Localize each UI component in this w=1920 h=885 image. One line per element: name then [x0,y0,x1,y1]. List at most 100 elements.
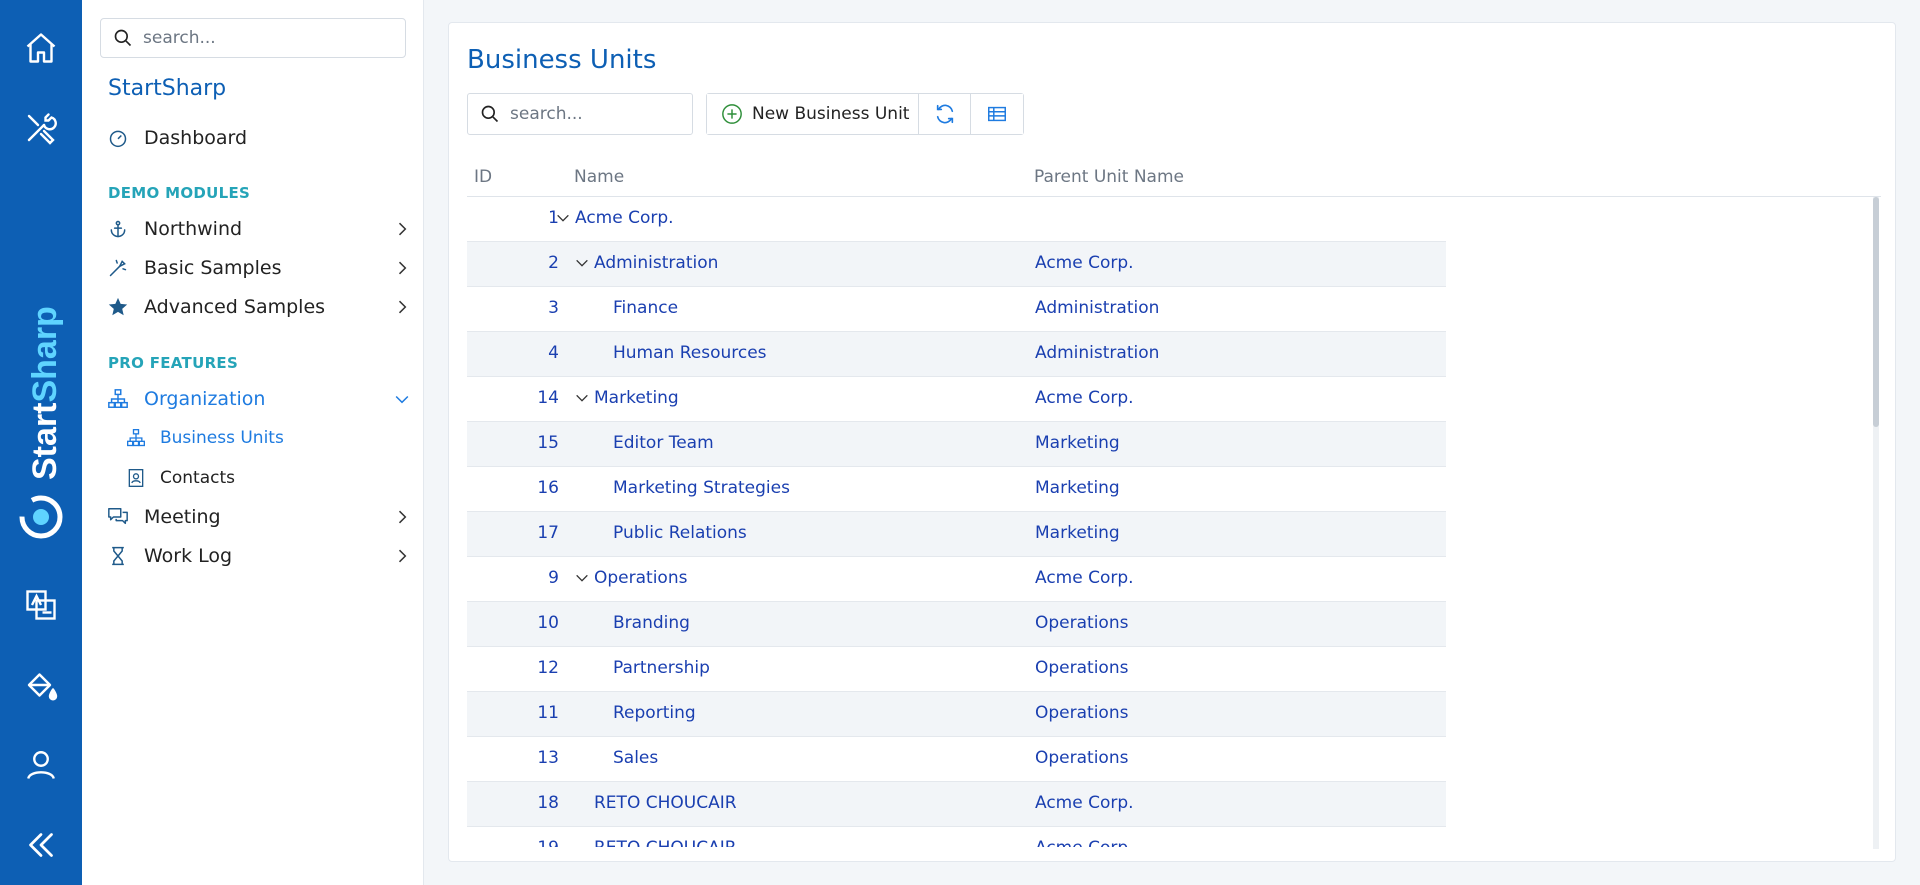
table-row[interactable]: 3 Finance Administration [467,287,1446,332]
sidebar-item-label: Advanced Samples [144,296,326,318]
cell-name[interactable]: Public Relations [613,523,747,543]
cell-parent[interactable]: Acme Corp. [1035,253,1134,273]
cell-name[interactable]: Operations [574,568,687,588]
cell-parent[interactable]: Acme Corp. [1035,838,1134,847]
user-icon[interactable] [0,735,82,795]
cell-name[interactable]: Sales [613,748,658,768]
section-pro-features: PRO FEATURES [108,354,239,372]
cell-parent[interactable]: Operations [1035,613,1128,633]
column-picker-button[interactable] [971,94,1023,134]
sidebar-item-organization[interactable]: Organization [106,381,412,417]
sidebar-item-business-units[interactable]: Business Units [124,420,412,456]
icon-rail: StartSharp [0,0,82,885]
cell-name[interactable]: Acme Corp. [555,208,674,228]
expand-toggle-icon[interactable] [574,255,590,271]
translate-icon[interactable] [0,575,82,635]
home-icon[interactable] [0,18,82,78]
anchor-icon [106,217,130,241]
side-menu: StartSharp Dashboard DEMO MODULES Northw… [82,0,424,885]
table-row[interactable]: 16 Marketing Strategies Marketing [467,467,1446,512]
cell-name[interactable]: Branding [613,613,690,633]
table-row[interactable]: 2 Administration Acme Corp. [467,242,1446,287]
cell-parent[interactable]: Acme Corp. [1035,568,1134,588]
sidebar-item-label: Basic Samples [144,257,282,279]
grid-search-input[interactable] [510,104,680,124]
column-header-parent[interactable]: Parent Unit Name [1034,167,1184,187]
cell-name-label: Editor Team [613,433,714,453]
column-header-id[interactable]: ID [474,167,492,187]
sidebar-item-contacts[interactable]: Contacts [124,460,412,496]
cell-id: 18 [537,793,559,813]
sidebar-item-label: Meeting [144,506,221,528]
cell-name[interactable]: Human Resources [613,343,767,363]
sidebar-item-label: Dashboard [144,127,248,149]
table-row[interactable]: 12 Partnership Operations [467,647,1446,692]
app-title[interactable]: StartSharp [108,76,226,101]
cell-parent[interactable]: Marketing [1035,523,1120,543]
cell-name[interactable]: Editor Team [613,433,714,453]
cell-name-label: Partnership [613,658,710,678]
paint-bucket-icon[interactable] [0,655,82,715]
expand-toggle-icon[interactable] [574,390,590,406]
table-row[interactable]: 15 Editor Team Marketing [467,422,1446,467]
cell-name[interactable]: Marketing Strategies [613,478,790,498]
cell-parent[interactable]: Acme Corp. [1035,793,1134,813]
cell-parent[interactable]: Operations [1035,748,1128,768]
sidebar-item-work-log[interactable]: Work Log [106,538,412,574]
cell-name[interactable]: RETO CHOUCAIR [594,838,737,847]
cell-parent[interactable]: Operations [1035,658,1128,678]
refresh-button[interactable] [919,94,971,134]
sidebar-item-basic-samples[interactable]: Basic Samples [106,250,412,286]
column-header-name[interactable]: Name [574,167,624,187]
cell-parent[interactable]: Marketing [1035,478,1120,498]
cell-id: 14 [537,388,559,408]
cell-parent[interactable]: Operations [1035,703,1128,723]
sidebar-item-advanced-samples[interactable]: Advanced Samples [106,289,412,325]
cell-name[interactable]: Reporting [613,703,696,723]
table-row[interactable]: 13 Sales Operations [467,737,1446,782]
chevron-right-icon [398,261,407,275]
table-row[interactable]: 9 Operations Acme Corp. [467,557,1446,602]
cell-name[interactable]: Finance [613,298,678,318]
table-row[interactable]: 1 Acme Corp. [467,197,1446,242]
cell-name[interactable]: Marketing [574,388,679,408]
sidebar-item-label: Northwind [144,218,243,240]
table-body: 1 Acme Corp. 2 Administration Acme Corp. 3 Fin… [467,197,1847,847]
table-row[interactable]: 4 Human Resources Administration [467,332,1446,377]
cell-id: 15 [537,433,559,453]
sidebar-item-label: Contacts [160,468,235,488]
table-row[interactable]: 11 Reporting Operations [467,692,1446,737]
cell-parent[interactable]: Marketing [1035,433,1120,453]
table-row[interactable]: 19 RETO CHOUCAIR Acme Corp. [467,827,1446,847]
table-row[interactable]: 14 Marketing Acme Corp. [467,377,1446,422]
table-row[interactable]: 17 Public Relations Marketing [467,512,1446,557]
new-business-unit-button[interactable]: New Business Unit [707,94,919,134]
sidebar-search-input[interactable] [143,28,383,48]
scrollbar-thumb[interactable] [1873,197,1879,427]
sidebar-item-dashboard[interactable]: Dashboard [106,120,412,156]
cell-name[interactable]: Partnership [613,658,710,678]
cell-name[interactable]: RETO CHOUCAIR [594,793,737,813]
contact-card-icon [124,466,148,490]
cell-name[interactable]: Administration [574,253,718,273]
table-row[interactable]: 18 RETO CHOUCAIR Acme Corp. [467,782,1446,827]
new-button-label: New Business Unit [752,104,910,124]
tools-icon[interactable] [0,98,82,158]
add-circle-icon [722,104,742,124]
cell-parent[interactable]: Administration [1035,298,1159,318]
expand-toggle-icon[interactable] [555,210,571,226]
vertical-scrollbar[interactable] [1873,197,1879,849]
table-row[interactable]: 10 Branding Operations [467,602,1446,647]
chevron-right-icon [398,222,407,236]
cell-name-label: Acme Corp. [575,208,674,228]
sidebar-item-northwind[interactable]: Northwind [106,211,412,247]
sidebar-search[interactable] [100,18,406,58]
cell-name-label: RETO CHOUCAIR [594,793,737,813]
expand-toggle-icon[interactable] [574,570,590,586]
sidebar-item-meeting[interactable]: Meeting [106,499,412,535]
cell-parent[interactable]: Acme Corp. [1035,388,1134,408]
grid-search[interactable] [467,93,693,135]
cell-name-label: Branding [613,613,690,633]
collapse-sidebar-icon[interactable] [0,815,82,875]
cell-parent[interactable]: Administration [1035,343,1159,363]
